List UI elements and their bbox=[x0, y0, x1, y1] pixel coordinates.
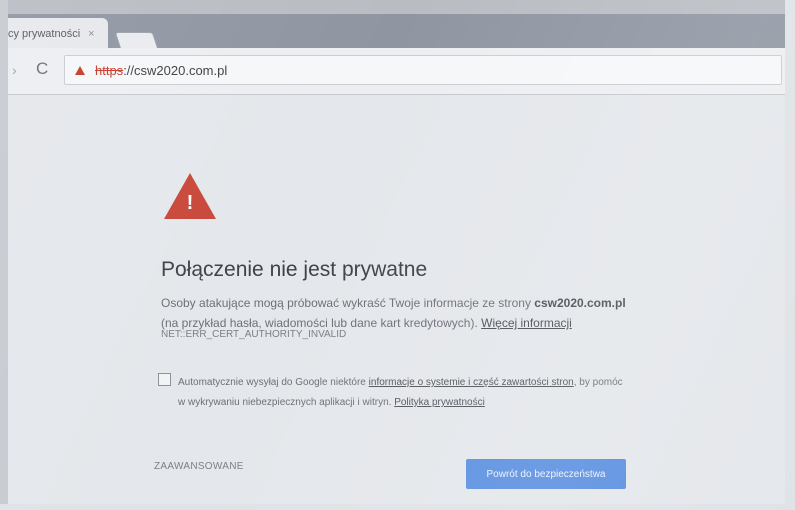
back-to-safety-button[interactable]: Powrót do bezpieczeństwa bbox=[466, 459, 626, 489]
url-scheme: https bbox=[95, 62, 124, 78]
browser-tab[interactable]: cy prywatności × bbox=[8, 18, 108, 50]
photo-frame-top bbox=[0, 0, 795, 14]
tab-close-icon[interactable]: × bbox=[88, 28, 94, 40]
report-optin-checkbox[interactable] bbox=[158, 373, 171, 386]
optin-prefix: Automatycznie wysyłaj do Google niektóre bbox=[178, 377, 366, 388]
advanced-button[interactable]: ZAAWANSOWANE bbox=[154, 461, 244, 472]
system-info-link[interactable]: informacje o systemie i część zawartości… bbox=[369, 377, 574, 388]
error-code[interactable]: NET::ERR_CERT_AUTHORITY_INVALID bbox=[161, 329, 346, 340]
interstitial-page: ! Połączenie nie jest prywatne Osoby ata… bbox=[8, 95, 785, 504]
explanation-suffix: (na przykład hasła, wiadomości lub dane … bbox=[161, 316, 478, 330]
tab-strip: cy prywatności × bbox=[8, 14, 785, 52]
warning-exclamation: ! bbox=[186, 192, 194, 214]
url-text[interactable]: https://csw2020.com.pl bbox=[95, 63, 227, 78]
browser-toolbar: › C https://csw2020.com.pl bbox=[8, 48, 785, 95]
photo-frame-left bbox=[0, 0, 8, 510]
privacy-policy-link[interactable]: Polityka prywatności bbox=[394, 397, 485, 408]
explanation-prefix: Osoby atakujące mogą próbować wykraść Tw… bbox=[161, 296, 531, 310]
photo-frame-right bbox=[785, 0, 795, 510]
address-bar[interactable]: https://csw2020.com.pl bbox=[64, 55, 782, 85]
forward-icon[interactable]: › bbox=[12, 62, 17, 78]
page-title: Połączenie nie jest prywatne bbox=[161, 258, 428, 281]
explanation-domain: csw2020.com.pl bbox=[534, 296, 626, 310]
explanation-paragraph: Osoby atakujące mogą próbować wykraść Tw… bbox=[161, 293, 641, 333]
url-host: ://csw2020.com.pl bbox=[123, 62, 228, 78]
reload-icon[interactable]: C bbox=[36, 59, 48, 79]
report-optin-text: Automatycznie wysyłaj do Google niektóre… bbox=[178, 373, 628, 413]
not-secure-warning-icon[interactable] bbox=[75, 65, 85, 75]
tab-title: cy prywatności bbox=[8, 28, 81, 40]
photo-frame-bottom bbox=[0, 504, 795, 510]
more-info-link[interactable]: Więcej informacji bbox=[481, 316, 572, 330]
